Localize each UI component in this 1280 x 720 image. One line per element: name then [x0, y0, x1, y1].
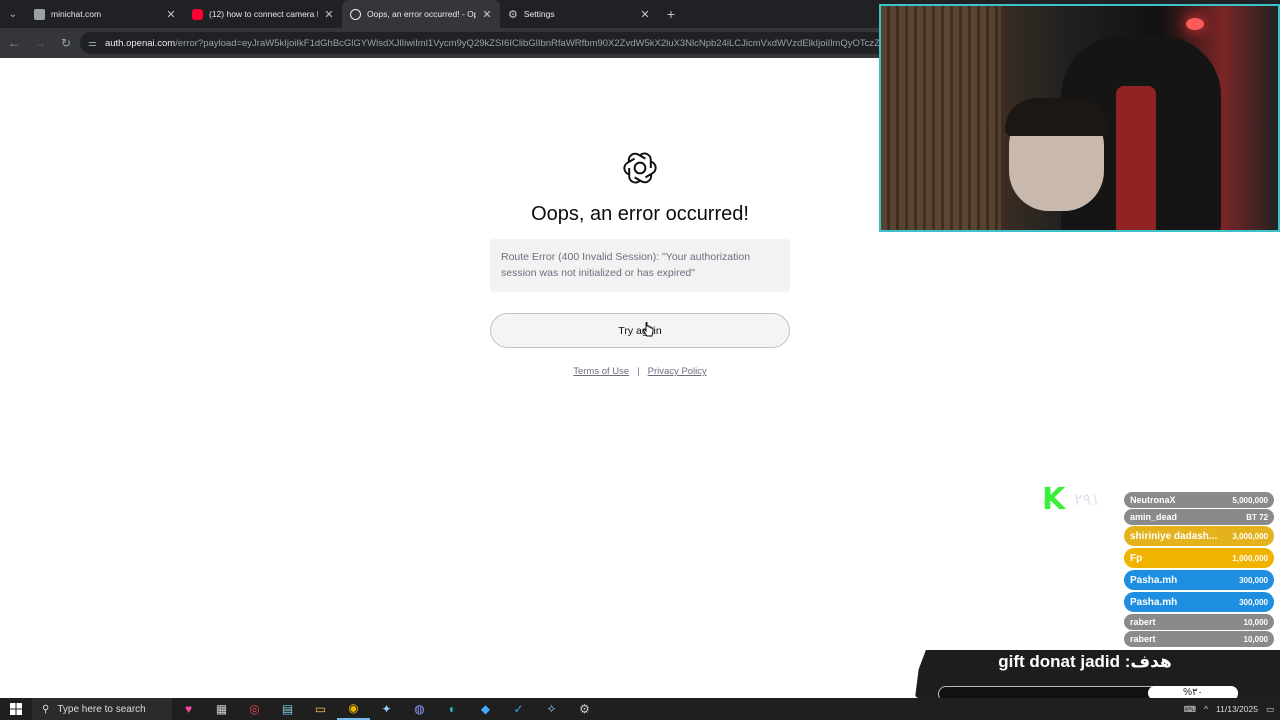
donor-name: Pasha.mh: [1130, 596, 1178, 608]
goal-title: gift donat jadid :هدف: [998, 652, 1172, 671]
steam-alt-icon[interactable]: ✧: [535, 698, 568, 720]
donor-name: rabert: [1130, 634, 1156, 644]
kick-logo-icon: K: [1042, 482, 1066, 517]
donor-name: rabert: [1130, 617, 1156, 627]
forward-arrow-icon[interactable]: →: [28, 31, 52, 55]
footer-separator: |: [637, 366, 640, 377]
clock-date[interactable]: 11/13/2025: [1216, 704, 1258, 714]
donation-amount: 5,000,000: [1232, 495, 1268, 505]
webcam-lamp: [1186, 18, 1204, 30]
new-tab-plus-icon[interactable]: +: [658, 0, 684, 28]
vpn-icon[interactable]: ✓: [502, 698, 535, 720]
reload-icon[interactable]: ↻: [54, 31, 78, 55]
minichat-favicon-icon: [34, 8, 45, 20]
donation-row: rabert 10,000: [1124, 631, 1274, 647]
chrome-icon[interactable]: ◉: [337, 698, 370, 720]
donation-row: Fp 1,000,000: [1124, 548, 1274, 568]
donor-name: Fp: [1130, 552, 1143, 564]
page-title: Oops, an error occurred!: [531, 203, 749, 225]
donation-list: NeutronaX 5,000,000 amin_dead BT 72 shiriniy…: [1124, 492, 1274, 648]
task-view-icon[interactable]: ▦: [205, 698, 238, 720]
donation-amount: 3,000,000: [1232, 531, 1268, 541]
close-tab-icon[interactable]: ✕: [482, 8, 492, 21]
discord-icon[interactable]: ◍: [403, 698, 436, 720]
donation-row: shiriniye dadash... 3,000,000: [1124, 526, 1274, 546]
tab-youtube[interactable]: (12) how to connect camera fo ✕: [184, 0, 342, 28]
edge-icon[interactable]: ◐: [436, 698, 469, 720]
webcam-wall: [881, 6, 1001, 230]
terms-of-use-link[interactable]: Terms of Use: [573, 366, 629, 377]
notification-icon[interactable]: ▭: [1266, 704, 1274, 715]
footer-links: Terms of Use | Privacy Policy: [560, 366, 720, 377]
app-icon-notes[interactable]: ▤: [271, 698, 304, 720]
close-tab-icon[interactable]: ✕: [640, 8, 650, 21]
webcam-overlay: [879, 4, 1280, 232]
url-host: auth.openai.com: [104, 37, 176, 49]
error-message-box: Route Error (400 Invalid Session): "Your…: [490, 239, 790, 292]
donation-row: Pasha.mh 300,000: [1124, 570, 1274, 590]
tab-search-chevron-icon[interactable]: ⌄: [0, 0, 26, 28]
tab-title: Oops, an error occurred! - Ope: [367, 9, 476, 19]
taskbar-search-placeholder: Type here to search: [57, 703, 146, 715]
system-tray: ⌨ ^ 11/13/2025 ▭: [1184, 698, 1274, 720]
openai-favicon-icon: [350, 8, 361, 20]
site-info-icon[interactable]: ⚌: [88, 38, 97, 49]
try-again-button[interactable]: Try again: [490, 313, 790, 348]
settings-gear-icon: ⚙: [508, 8, 518, 21]
settings-gear-icon[interactable]: ⚙: [568, 698, 601, 720]
tab-title: (12) how to connect camera fo: [209, 9, 318, 19]
tab-title: minichat.com: [51, 9, 102, 19]
app-icon-red[interactable]: ◎: [238, 698, 271, 720]
tab-settings[interactable]: ⚙ Settings ✕: [500, 0, 658, 28]
donor-name: Pasha.mh: [1130, 574, 1178, 586]
tab-openai-error[interactable]: Oops, an error occurred! - Ope ✕: [342, 0, 500, 28]
hand-cursor-icon: [642, 322, 654, 337]
windows-taskbar: ⚲ Type here to search ♥ ▦ ◎ ▤ ▭ ◉ ✦ ◍ ◐ …: [0, 698, 1280, 720]
privacy-policy-link[interactable]: Privacy Policy: [648, 366, 707, 377]
webcam-person-hair: [1005, 98, 1108, 136]
search-icon: ⚲: [42, 703, 50, 715]
app-icon-blue[interactable]: ◆: [469, 698, 502, 720]
tab-minichat[interactable]: minichat.com ✕: [26, 0, 184, 28]
donation-amount: 300,000: [1239, 597, 1268, 607]
donation-amount: 1,000,000: [1232, 553, 1268, 563]
back-arrow-icon[interactable]: ←: [2, 31, 26, 55]
donation-amount: BT 72: [1246, 512, 1268, 522]
tray-chevron-icon[interactable]: ^: [1204, 704, 1208, 714]
url-path: /error?payload=eyJraW5kIjoiIkF1dGhBcGlGY…: [175, 37, 912, 49]
donor-name: shiriniye dadash...: [1130, 530, 1218, 542]
donor-name: amin_dead: [1130, 512, 1178, 522]
tab-title: Settings: [523, 9, 555, 19]
taskbar-search-box[interactable]: ⚲ Type here to search: [32, 698, 172, 720]
donation-amount: 10,000: [1243, 617, 1268, 627]
webcam-chair-stripe: [1116, 86, 1156, 230]
file-explorer-icon[interactable]: ▭: [304, 698, 337, 720]
donation-row: amin_dead BT 72: [1124, 509, 1274, 525]
openai-logo-icon: [622, 150, 658, 186]
donation-amount: 300,000: [1239, 575, 1268, 585]
windows-start-icon[interactable]: [0, 698, 32, 720]
close-tab-icon[interactable]: ✕: [166, 8, 176, 21]
youtube-favicon-icon: [192, 8, 203, 20]
donation-row: rabert 10,000: [1124, 614, 1274, 630]
donation-row: NeutronaX 5,000,000: [1124, 492, 1274, 508]
donation-amount: 10,000: [1243, 634, 1268, 644]
keyboard-icon[interactable]: ⌨: [1184, 704, 1196, 715]
kick-counter: ۲۹۱: [1074, 492, 1100, 509]
close-tab-icon[interactable]: ✕: [324, 8, 334, 21]
donor-name: NeutronaX: [1130, 495, 1176, 505]
steam-icon[interactable]: ✦: [370, 698, 403, 720]
hearts-widget-icon[interactable]: ♥: [172, 698, 205, 720]
donation-row: Pasha.mh 300,000: [1124, 592, 1274, 612]
